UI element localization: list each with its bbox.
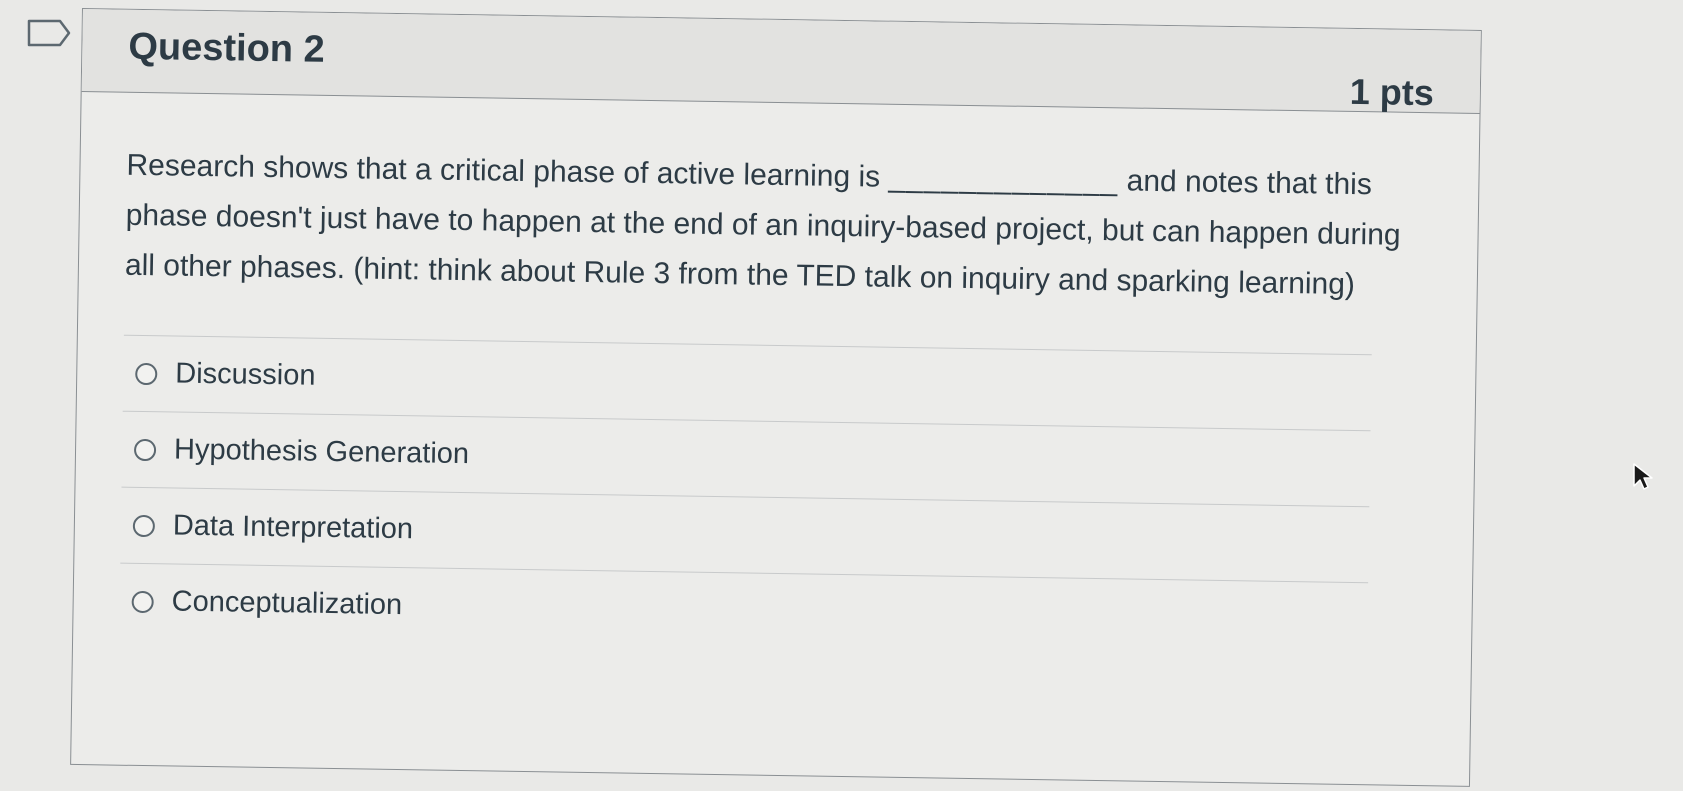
fill-in-blank: _____________ bbox=[888, 160, 1119, 198]
question-text-start: Research shows that a critical phase of … bbox=[126, 148, 889, 194]
answer-list: Discussion Hypothesis Generation Data In… bbox=[119, 334, 1428, 659]
answer-label[interactable]: Discussion bbox=[175, 358, 316, 393]
mouse-pointer-icon bbox=[1632, 462, 1654, 492]
radio-button[interactable] bbox=[135, 362, 158, 385]
question-text: Research shows that a critical phase of … bbox=[125, 141, 1431, 311]
answer-label[interactable]: Data Interpretation bbox=[173, 509, 414, 546]
radio-button[interactable] bbox=[131, 590, 154, 613]
answer-label[interactable]: Conceptualization bbox=[171, 585, 402, 622]
radio-button[interactable] bbox=[133, 438, 157, 461]
question-card: Question 2 1 pts Research shows that a c… bbox=[70, 8, 1482, 787]
question-points: 1 pts bbox=[1349, 70, 1435, 114]
question-title: Question 2 bbox=[128, 25, 326, 71]
flag-question-icon[interactable] bbox=[26, 18, 72, 48]
radio-button[interactable] bbox=[132, 514, 156, 537]
question-body: Research shows that a critical phase of … bbox=[73, 92, 1479, 660]
answer-label[interactable]: Hypothesis Generation bbox=[174, 434, 469, 472]
